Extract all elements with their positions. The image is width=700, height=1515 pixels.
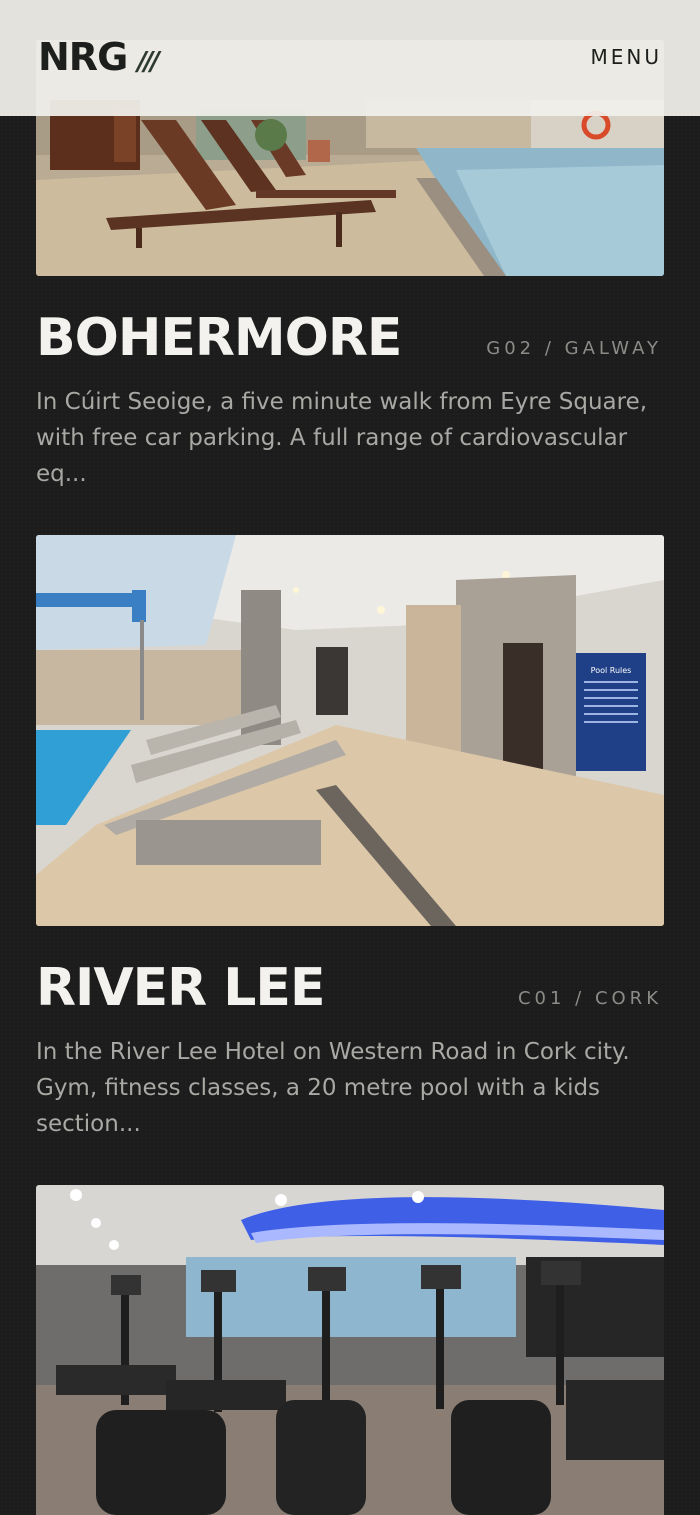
menu-button[interactable]: MENU (591, 45, 663, 69)
club-code: C01 / CORK (517, 988, 662, 1009)
logo-slashes-icon: /// (137, 47, 159, 77)
club-title[interactable]: BOHERMORE (36, 310, 402, 366)
pool-rules-sign: Pool Rules (591, 666, 632, 675)
club-title[interactable]: RIVER LEE (36, 960, 325, 1016)
club-code: G02 / GALWAY (486, 338, 662, 359)
logo-text: NRG (38, 35, 128, 79)
site-header: NRG /// MENU (0, 0, 700, 116)
club-photo-gym[interactable] (36, 1185, 664, 1515)
pool-spa-image: Pool Rules (36, 535, 664, 926)
gym-cardio-image (36, 1185, 664, 1515)
nrg-logo[interactable]: NRG /// (38, 35, 160, 79)
club-photo-river-lee[interactable]: Pool Rules (36, 535, 664, 926)
club-description: In Cúirt Seoige, a five minute walk from… (36, 389, 648, 487)
club-description: In the River Lee Hotel on Western Road i… (36, 1039, 630, 1137)
